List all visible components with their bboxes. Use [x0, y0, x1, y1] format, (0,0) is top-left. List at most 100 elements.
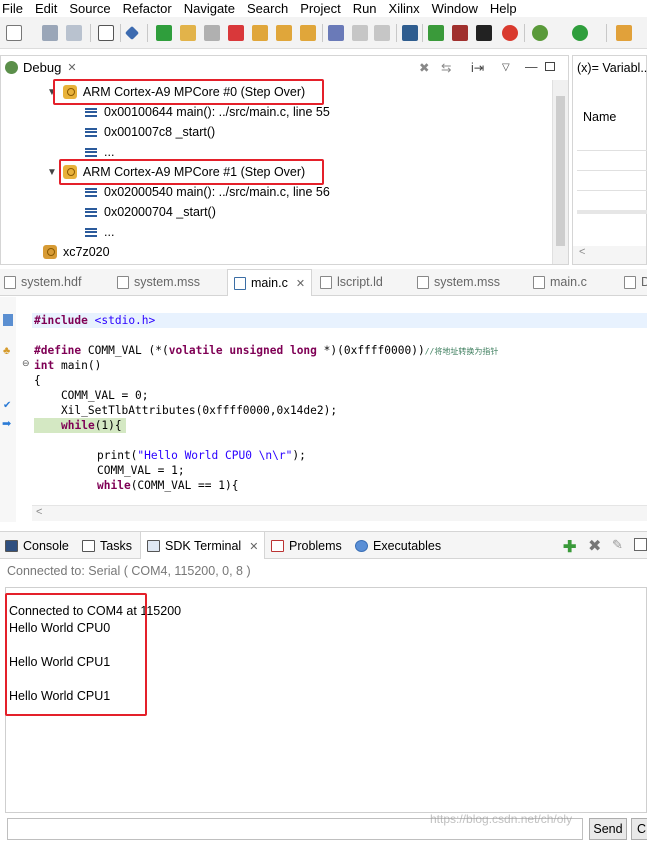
terminal-settings-icon[interactable] [634, 538, 647, 551]
vertical-scrollbar[interactable] [552, 80, 568, 264]
instruction-pointer-icon: ➡ [2, 418, 12, 430]
stack-frame-row[interactable]: 0x02000540 main(): ../src/main.c, line 5… [85, 182, 330, 202]
terminal-icon[interactable] [402, 25, 418, 41]
file-icon [117, 275, 129, 289]
view-menu-icon[interactable]: ▽ [502, 62, 510, 73]
binary-icon[interactable] [98, 25, 114, 41]
file-icon [320, 275, 332, 289]
new-icon[interactable] [6, 25, 22, 41]
main-toolbar [0, 17, 647, 49]
remove-terminated-icon[interactable]: ✖ [419, 60, 429, 75]
debug-view: Debug ✕ ✖ ⇆ i⇥ ▽ — ▼ ARM Cortex-A9 MPCor… [0, 55, 569, 265]
menu-xilinx[interactable]: Xilinx [389, 1, 420, 16]
target-icon [43, 245, 57, 259]
file-icon [4, 275, 16, 289]
menu-navigate[interactable]: Navigate [184, 1, 235, 16]
save-icon[interactable] [42, 25, 58, 41]
stack-frame-icon [85, 127, 97, 137]
stack-frame-row[interactable]: ... [85, 222, 114, 242]
debug-view-title: Debug [23, 59, 62, 75]
debug-run-icon[interactable] [532, 25, 548, 41]
horizontal-scrollbar[interactable]: < [573, 246, 646, 264]
menu-file[interactable]: File [2, 1, 23, 16]
debug-perspective-icon[interactable] [502, 25, 518, 41]
skip-breakpoints-icon[interactable] [124, 25, 140, 41]
maximize-icon[interactable] [545, 62, 555, 71]
editor-horizontal-scrollbar[interactable]: < [32, 505, 647, 521]
variables-tab[interactable]: (x)= Variabl... [577, 61, 647, 75]
stack-frame-row[interactable]: 0x02000704 _start() [85, 202, 216, 222]
menu-help[interactable]: Help [490, 1, 517, 16]
code-line: { [34, 374, 41, 387]
program-fpga-icon[interactable] [428, 25, 444, 41]
tab-sdk-terminal[interactable]: SDK Terminal ✕ [140, 532, 266, 560]
target-row[interactable]: xc7z020 [43, 242, 110, 262]
clear-icon[interactable]: ✎ [612, 537, 623, 553]
minimize-icon[interactable]: — [525, 60, 538, 74]
close-icon[interactable]: ✕ [67, 61, 76, 74]
connect-icon[interactable]: ⇆ [441, 60, 451, 75]
xsct-console-icon[interactable] [476, 25, 492, 41]
tab-console[interactable]: Console [5, 532, 69, 560]
menu-project[interactable]: Project [300, 1, 340, 16]
editor-tab[interactable]: system.mss [417, 269, 500, 295]
step-over-icon[interactable] [276, 25, 292, 41]
menu-edit[interactable]: Edit [35, 1, 57, 16]
editor-tab-bar: system.hdf system.mss main.c ✕ lscript.ld… [0, 269, 647, 296]
scrollbar-thumb[interactable] [556, 96, 565, 246]
stack-frame-icon [85, 227, 97, 237]
send-button[interactable]: Send [589, 818, 627, 840]
code-editor[interactable]: ♣ ✔ ➡ ⊖ #include <stdio.h> #define COMM_… [0, 297, 647, 522]
menu-search[interactable]: Search [247, 1, 288, 16]
disconnect-icon[interactable]: ✖ [588, 536, 601, 556]
terminal-output[interactable]: Connected to COM4 at 115200 Hello World … [5, 587, 647, 813]
editor-tab[interactable]: lscript.ld [320, 269, 383, 295]
bottom-tab-bar: Console Tasks SDK Terminal ✕ Problems Exe… [0, 531, 647, 560]
stack-frame-icon [85, 187, 97, 197]
connect-icon[interactable]: ✚ [563, 537, 576, 557]
close-icon[interactable]: ✕ [249, 540, 258, 553]
xilinx-tools-icon[interactable] [452, 25, 468, 41]
code-line: while(1){ [61, 419, 122, 432]
c-file-icon [533, 275, 545, 289]
chevron-down-icon[interactable]: ▼ [47, 167, 57, 178]
code-line: while(COMM_VAL == 1){ [97, 479, 239, 492]
menu-window[interactable]: Window [432, 1, 478, 16]
menu-refactor[interactable]: Refactor [123, 1, 172, 16]
stack-frame-icon [85, 107, 97, 117]
target-label: xc7z020 [63, 245, 110, 259]
resume-icon[interactable] [156, 25, 172, 41]
thread-marker-icon: ♣ [3, 345, 11, 357]
stack-frame-row[interactable]: 0x001007c8 _start() [85, 122, 215, 142]
step-into-icon[interactable] [252, 25, 268, 41]
stack-frame-row[interactable]: 0x00100644 main(): ../src/main.c, line 5… [85, 102, 330, 122]
name-column-header[interactable]: Name [583, 110, 616, 124]
menu-source[interactable]: Source [69, 1, 110, 16]
step-return-icon[interactable] [300, 25, 316, 41]
menu-run[interactable]: Run [353, 1, 377, 16]
editor-tab-active[interactable]: main.c ✕ [227, 269, 313, 296]
instruction-stepping-icon[interactable]: i⇥ [471, 60, 484, 75]
external-tools-icon[interactable] [616, 25, 632, 41]
terminate-icon[interactable] [204, 25, 220, 41]
editor-tab[interactable]: system.hdf [4, 269, 81, 295]
close-icon[interactable]: ✕ [296, 277, 305, 290]
clear-button[interactable]: C [631, 818, 647, 840]
editor-tab[interactable]: system.mss [117, 269, 200, 295]
drop-frame-icon[interactable] [352, 25, 368, 41]
code-line: #include <stdio.h> [34, 314, 156, 327]
use-step-filters-icon[interactable] [374, 25, 390, 41]
tab-problems[interactable]: Problems [271, 532, 342, 560]
save-all-icon[interactable] [66, 25, 82, 41]
editor-tab[interactable]: main.c [533, 269, 587, 295]
tab-tasks[interactable]: Tasks [82, 532, 132, 560]
instruction-step-icon[interactable] [328, 25, 344, 41]
tab-executables[interactable]: Executables [355, 532, 441, 560]
disconnect-icon[interactable] [228, 25, 244, 41]
run-icon[interactable] [572, 25, 588, 41]
fold-icon[interactable]: ⊖ [22, 358, 30, 369]
editor-tab[interactable]: D [624, 269, 647, 295]
suspend-icon[interactable] [180, 25, 196, 41]
debug-view-header: Debug ✕ ✖ ⇆ i⇥ ▽ — [1, 56, 568, 78]
stack-frame-label: 0x00100644 main(): ../src/main.c, line 5… [104, 105, 330, 119]
